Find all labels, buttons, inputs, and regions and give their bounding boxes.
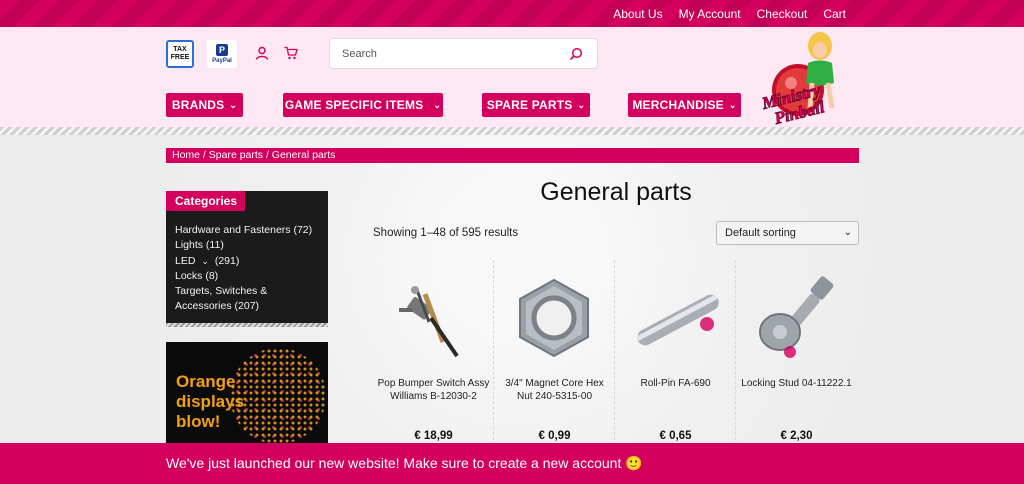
chevron-down-icon: ⌄ (229, 99, 238, 110)
category-locks[interactable]: Locks (8) (175, 269, 323, 284)
pop-bumper-switch-image[interactable] (381, 268, 485, 368)
product-price: € 0,65 (659, 430, 692, 442)
top-nav-checkout[interactable]: Checkout (757, 7, 808, 21)
top-nav-cart[interactable]: Cart (823, 7, 846, 21)
search-input[interactable] (330, 39, 550, 68)
site-notice-bar[interactable]: We've just launched our new website! Mak… (0, 443, 1024, 484)
category-hardware-fasteners[interactable]: Hardware and Fasteners (72) (175, 223, 323, 238)
promo-banner[interactable]: Orange displays blow! (166, 342, 328, 452)
search-icon[interactable] (569, 47, 583, 61)
locking-stud-image[interactable] (744, 268, 848, 368)
nav-game-specific-items[interactable]: GAME SPECIFIC ITEMS ⌄ (283, 93, 443, 117)
categories-divider (166, 323, 328, 327)
tax-free-badge: TAX FREE (166, 40, 194, 68)
dot-matrix-display-image (230, 348, 326, 444)
paypal-badge: P PayPal (207, 40, 237, 68)
hex-nut-image[interactable] (502, 268, 606, 368)
chevron-down-icon: ⌄ (433, 99, 442, 110)
product-card[interactable]: Roll-Pin FA-690 € 0,65 (615, 260, 736, 450)
top-nav-my-account[interactable]: My Account (679, 7, 741, 21)
product-card[interactable]: Locking Stud 04-11222.1 € 2,30 (736, 260, 857, 450)
header-divider (0, 127, 1024, 135)
chevron-down-icon: ⌄ (577, 99, 586, 110)
product-name[interactable]: 3/4" Magnet Core Hex Nut 240-5315-00 (498, 378, 611, 403)
category-lights[interactable]: Lights (11) (175, 238, 323, 253)
top-nav-bar: About Us My Account Checkout Cart (0, 0, 1024, 27)
nav-merchandise[interactable]: MERCHANDISE ⌄ (628, 93, 741, 117)
chevron-down-icon[interactable]: ⌄ (201, 256, 209, 266)
product-name[interactable]: Pop Bumper Switch Assy Williams B-12030-… (377, 378, 490, 403)
roll-pin-image[interactable] (623, 268, 727, 368)
ministry-pinball-logo[interactable]: Ministry Pinball (760, 28, 862, 128)
categories-title: Categories (166, 191, 245, 211)
cart-icon[interactable] (284, 46, 298, 60)
user-icon[interactable] (255, 46, 269, 60)
search-box (329, 38, 598, 69)
paypal-logo-icon: P (216, 44, 228, 56)
product-card[interactable]: Pop Bumper Switch Assy Williams B-12030-… (373, 260, 494, 450)
product-name[interactable]: Locking Stud 04-11222.1 (740, 378, 853, 391)
product-name[interactable]: Roll-Pin FA-690 (619, 378, 732, 391)
nav-brands[interactable]: BRANDS ⌄ (166, 93, 243, 117)
sort-select[interactable]: Default sorting ⌄ (716, 221, 859, 245)
category-targets-switches[interactable]: Targets, Switches & Accessories (207) (175, 284, 323, 315)
page-title: General parts (540, 178, 692, 206)
result-count: Showing 1–48 of 595 results (373, 227, 519, 239)
top-nav-about-us[interactable]: About Us (613, 7, 662, 21)
category-list: Hardware and Fasteners (72) Lights (11) … (175, 223, 323, 315)
category-led[interactable]: LED ⌄ (291) (175, 254, 323, 269)
product-price: € 2,30 (780, 430, 813, 442)
nav-spare-parts[interactable]: SPARE PARTS ⌄ (482, 93, 590, 117)
chevron-down-icon: ⌄ (728, 99, 737, 110)
product-price: € 18,99 (414, 430, 453, 442)
product-price: € 0,99 (538, 430, 571, 442)
product-card[interactable]: 3/4" Magnet Core Hex Nut 240-5315-00 € 0… (494, 260, 615, 450)
breadcrumb[interactable]: Home / Spare parts / General parts (166, 148, 859, 163)
promo-text: Orange displays blow! (176, 372, 245, 431)
chevron-down-icon: ⌄ (843, 227, 852, 238)
